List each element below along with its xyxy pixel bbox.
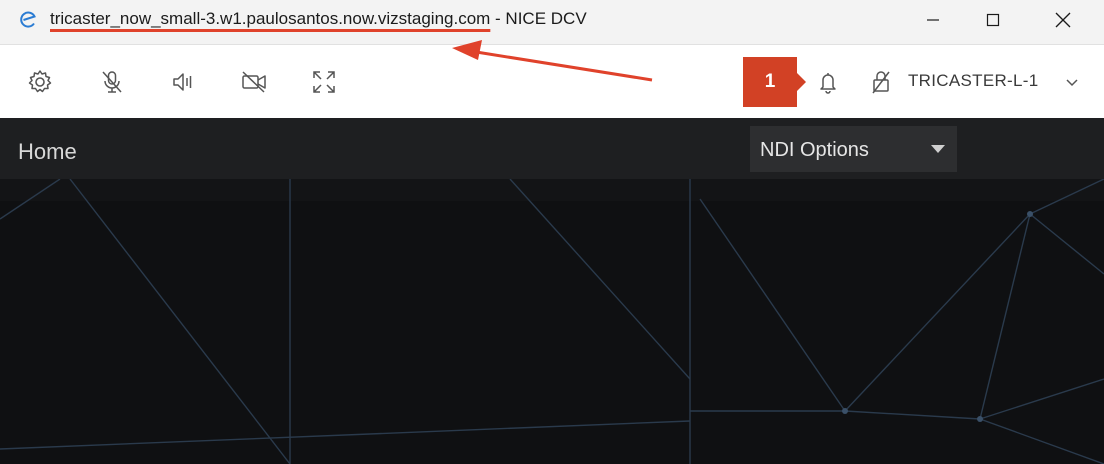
window-titlebar: tricaster_now_small-3.w1.paulosantos.now… bbox=[0, 0, 1104, 45]
camera-button[interactable] bbox=[238, 66, 270, 98]
ndi-options-label: NDI Options bbox=[760, 139, 869, 161]
dcv-app-icon bbox=[20, 11, 36, 28]
user-label[interactable]: TRICASTER-L-1 bbox=[908, 71, 1038, 91]
notification-badge-pointer bbox=[797, 73, 806, 91]
background-network-graphic bbox=[0, 179, 1104, 464]
camera-off-icon bbox=[242, 71, 266, 93]
chevron-down-icon bbox=[1066, 79, 1078, 87]
unlocked-icon bbox=[872, 71, 890, 94]
fullscreen-button[interactable] bbox=[308, 66, 340, 98]
minimize-button[interactable] bbox=[903, 0, 963, 40]
settings-button[interactable] bbox=[24, 66, 56, 98]
notifications-button[interactable] bbox=[812, 66, 844, 98]
microphone-button[interactable] bbox=[96, 66, 128, 98]
close-icon bbox=[1055, 12, 1071, 28]
window-title-host: tricaster_now_small-3.w1.paulosantos.now… bbox=[50, 9, 491, 28]
fullscreen-icon bbox=[313, 71, 335, 93]
bell-icon bbox=[820, 73, 836, 94]
minimize-icon bbox=[927, 19, 939, 21]
speaker-button[interactable] bbox=[167, 66, 199, 98]
window-title-suffix: - NICE DCV bbox=[490, 9, 587, 28]
notification-badge[interactable]: 1 bbox=[743, 57, 797, 107]
maximize-button[interactable] bbox=[963, 0, 1023, 40]
user-menu-toggle[interactable] bbox=[1056, 66, 1088, 98]
speaker-icon bbox=[173, 73, 192, 91]
ndi-options-select[interactable]: NDI Options bbox=[750, 126, 957, 172]
window-title: tricaster_now_small-3.w1.paulosantos.now… bbox=[50, 9, 587, 29]
lock-status-button[interactable] bbox=[865, 66, 897, 98]
microphone-off-icon bbox=[102, 71, 122, 93]
gear-icon bbox=[28, 70, 52, 93]
close-button[interactable] bbox=[1033, 0, 1093, 40]
maximize-icon bbox=[986, 13, 1000, 27]
caret-down-icon bbox=[931, 145, 945, 153]
home-link[interactable]: Home bbox=[18, 139, 77, 165]
